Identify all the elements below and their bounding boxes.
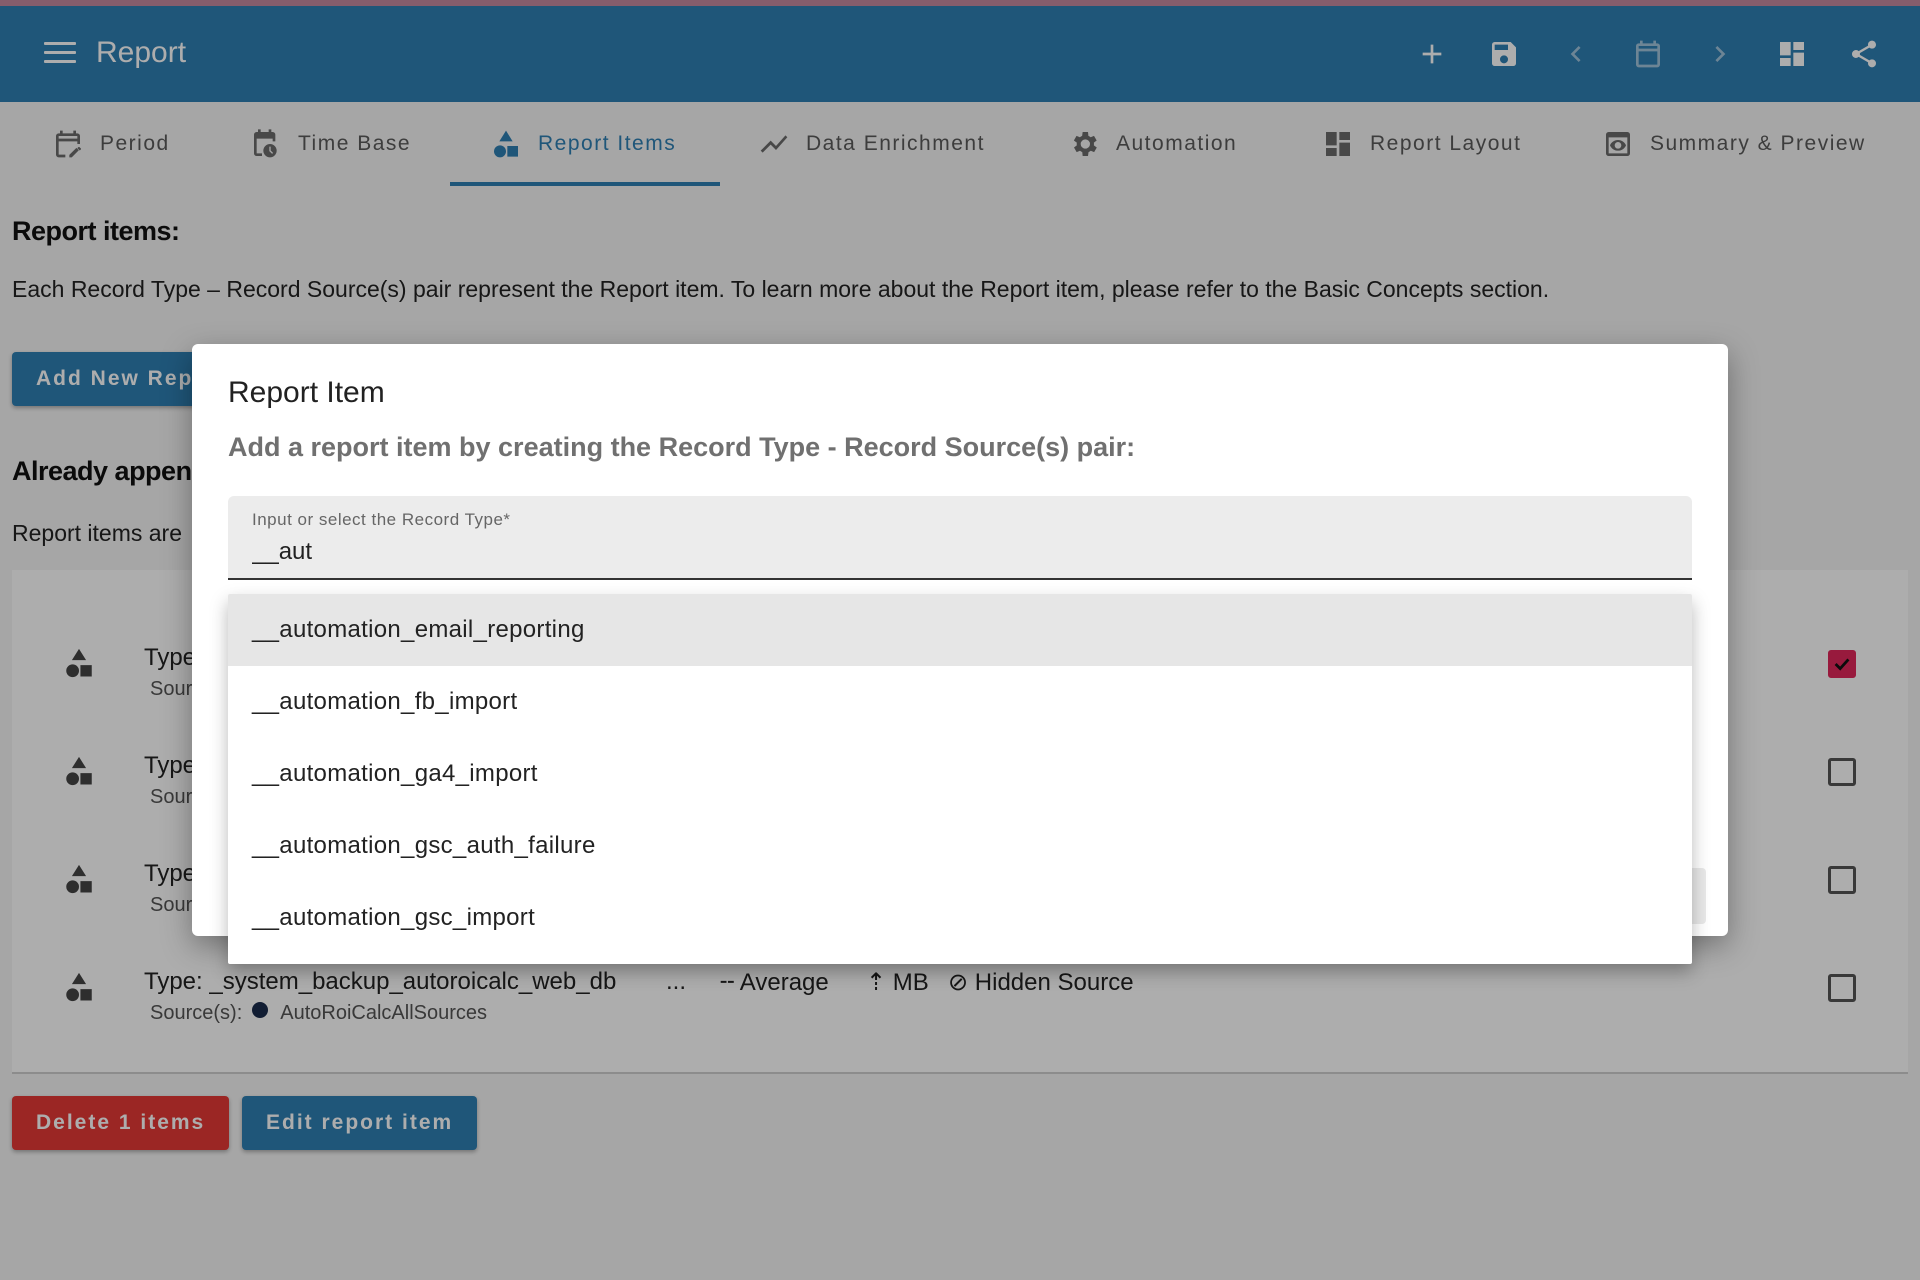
record-type-input[interactable] (252, 538, 1652, 566)
option-item[interactable]: __automation_gsc_import (228, 882, 1692, 954)
record-type-field[interactable]: Input or select the Record Type* (228, 496, 1692, 580)
option-item[interactable]: __automation_gsc_auth_failure (228, 810, 1692, 882)
record-type-options: __automation_email_reporting __automatio… (228, 594, 1692, 964)
option-item[interactable]: __automation_email_reporting (228, 594, 1692, 666)
option-item[interactable]: __automation_ga4_import (228, 738, 1692, 810)
dialog-subtitle: Add a report item by creating the Record… (228, 432, 1136, 462)
dialog-title: Report Item (228, 376, 385, 409)
option-item[interactable]: __automation_fb_import (228, 666, 1692, 738)
record-type-label: Input or select the Record Type* (252, 510, 511, 529)
